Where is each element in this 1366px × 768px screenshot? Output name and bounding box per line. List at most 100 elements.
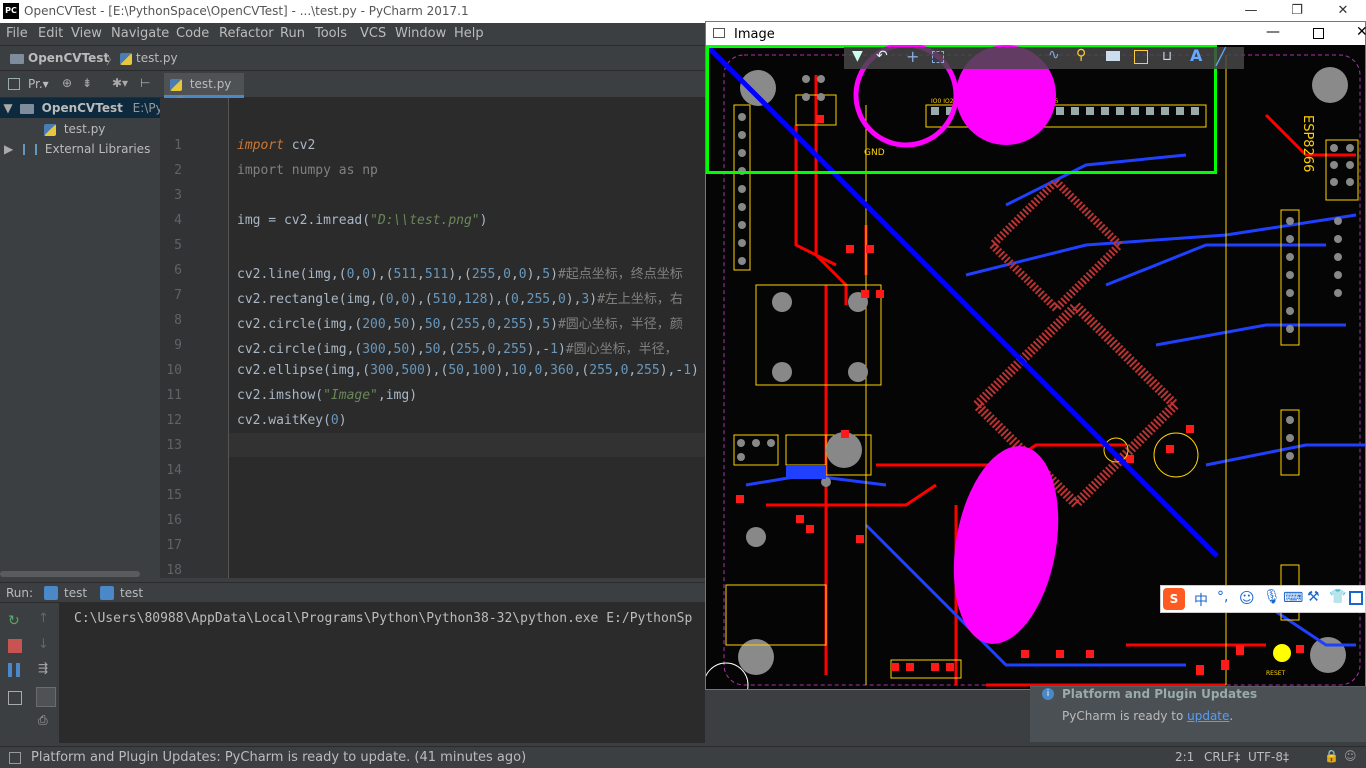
tree-file-item[interactable]: test.py — [44, 119, 105, 139]
soft-wrap-icon[interactable]: ⇶ — [38, 661, 52, 675]
undo-icon[interactable]: ↶ — [876, 48, 888, 64]
menu-tools[interactable]: Tools — [315, 26, 347, 41]
python-file-icon — [170, 78, 182, 91]
line-separator[interactable]: CRLF‡ — [1204, 750, 1240, 764]
chart-icon[interactable] — [1134, 50, 1148, 64]
breadcrumb-file[interactable]: test.py — [136, 51, 178, 65]
lock-icon[interactable]: 🔒 — [1324, 749, 1339, 763]
chevron-down-icon[interactable]: ▼ — [0, 98, 16, 118]
code-token: ),( — [370, 267, 394, 282]
ime-language[interactable]: 中 — [1194, 590, 1208, 610]
code-token: , — [550, 292, 558, 307]
pin-icon[interactable]: ⚲ — [1076, 47, 1086, 63]
toolbox-icon[interactable]: ⚒ — [1307, 589, 1320, 605]
minimize-button[interactable]: — — [1228, 0, 1274, 23]
code-token: "D:\\test.png" — [370, 213, 480, 228]
layers-icon[interactable] — [1106, 51, 1120, 61]
arrow-down-icon[interactable]: ↓ — [38, 637, 52, 652]
tool-window-toggle-icon[interactable] — [9, 752, 21, 764]
line-tool-icon[interactable]: ╱ — [1216, 47, 1226, 66]
project-view-selector[interactable]: Pr.▾ — [28, 77, 49, 91]
code-line: cv2.circle(img,(200,50),50,(255,0,255),5… — [237, 313, 683, 332]
menu-file[interactable]: File — [6, 26, 28, 41]
sogou-logo-icon[interactable]: S — [1163, 588, 1185, 610]
code-token: cv2 — [283, 138, 316, 153]
image-maximize-button[interactable] — [1313, 28, 1324, 39]
code-token: #起点坐标，终点坐标 — [557, 267, 683, 282]
measure-icon[interactable]: ⊔ — [1162, 49, 1172, 64]
punctuation-icon[interactable]: °, — [1217, 589, 1228, 605]
code-line: cv2.ellipse(img,(300,500),(50,100),10,0,… — [237, 363, 699, 378]
collapse-all-icon[interactable]: ⇟ — [82, 76, 92, 90]
menu-window[interactable]: Window — [395, 26, 446, 41]
chevron-right-icon[interactable]: ▶ — [4, 142, 13, 156]
arrow-up-icon[interactable]: ↑ — [38, 611, 52, 626]
crosshair-icon[interactable]: + — [906, 47, 919, 66]
menu-edit[interactable]: Edit — [38, 26, 63, 41]
menu-navigate[interactable]: Navigate — [111, 26, 169, 41]
mount-hole — [1312, 67, 1348, 103]
keyboard-icon[interactable]: ⌨ — [1283, 590, 1303, 606]
run-tab-2[interactable]: test — [120, 586, 143, 600]
code-token: 360 — [550, 363, 574, 378]
grid-icon[interactable] — [1349, 591, 1363, 605]
wave-icon[interactable]: ∿ — [1048, 47, 1060, 63]
code-token: #圆心坐标，半径， — [565, 342, 678, 357]
image-close-button[interactable]: ✕ — [1356, 24, 1366, 40]
close-button[interactable]: ✕ — [1320, 0, 1366, 23]
python-file-icon — [120, 53, 132, 65]
rerun-icon[interactable]: ↻ — [8, 613, 22, 629]
select-icon[interactable] — [932, 51, 944, 63]
code-token: 511 — [424, 267, 449, 282]
scroll-from-source-icon[interactable]: ⊕ — [62, 76, 72, 90]
skin-icon[interactable]: 👕 — [1329, 589, 1346, 605]
microphone-icon[interactable]: 🎙 — [1263, 589, 1281, 605]
tree-root[interactable]: ▼ OpenCVTest E:\Pyt — [0, 98, 167, 118]
code-line: cv2.waitKey(0) — [237, 413, 347, 428]
hide-panel-icon[interactable]: ⊢ — [140, 76, 150, 90]
library-icon — [23, 144, 38, 155]
update-notification[interactable]: i Platform and Plugin Updates PyCharm is… — [1030, 686, 1366, 742]
run-console[interactable]: C:\Users\80988\AppData\Local\Programs\Py… — [60, 603, 705, 743]
filter-icon[interactable]: ▼ — [852, 48, 863, 64]
breadcrumb-project[interactable]: OpenCVTest — [28, 51, 109, 65]
inspector-icon[interactable]: ☺ — [1344, 749, 1357, 763]
tab-test-py[interactable]: test.py ✕ — [164, 73, 244, 105]
pause-icon[interactable] — [8, 663, 20, 677]
line-number: 17 — [166, 538, 182, 553]
update-link[interactable]: update — [1187, 709, 1229, 723]
code-token: img = cv2.imread( — [237, 213, 371, 228]
code-token: #左上坐标，右 — [597, 292, 683, 307]
image-minimize-button[interactable]: — — [1266, 24, 1280, 40]
menu-refactor[interactable]: Refactor — [219, 26, 274, 41]
code-token: 255 — [456, 342, 480, 357]
notification-body-end: . — [1229, 709, 1234, 723]
project-view-icon[interactable] — [8, 78, 20, 90]
code-token: cv2.line(img,( — [237, 267, 347, 282]
file-encoding[interactable]: UTF-8‡ — [1248, 750, 1289, 764]
code-editor[interactable]: 1 2 3 4 5 6 7 8 9 10 11 12 13 14 15 16 17 18 import cv2 im… — [160, 98, 705, 578]
horizontal-scrollbar[interactable] — [0, 571, 140, 577]
emoji-icon[interactable]: ☺ — [1239, 589, 1255, 607]
maximize-button[interactable]: ❐ — [1274, 0, 1320, 23]
menu-vcs[interactable]: VCS — [360, 26, 386, 41]
text-icon[interactable]: A — [1190, 46, 1202, 65]
menu-run[interactable]: Run — [280, 26, 305, 41]
scroll-to-end-icon[interactable] — [36, 687, 56, 707]
gear-icon[interactable]: ✱▾ — [112, 76, 128, 90]
status-message[interactable]: Platform and Plugin Updates: PyCharm is … — [31, 750, 526, 765]
code-token: ) — [338, 413, 347, 428]
run-panel-header: Run: test test — [0, 582, 705, 603]
menu-help[interactable]: Help — [454, 26, 484, 41]
layout-icon[interactable] — [8, 691, 22, 705]
crystal-outline — [1153, 432, 1199, 478]
mount-hole — [740, 70, 776, 106]
print-icon[interactable]: ⎙ — [38, 713, 52, 727]
caret-position[interactable]: 2:1 — [1175, 750, 1194, 764]
menu-view[interactable]: View — [71, 26, 102, 41]
menu-code[interactable]: Code — [176, 26, 209, 41]
tree-libs-label: External Libraries — [44, 142, 151, 156]
stop-icon[interactable] — [8, 639, 22, 653]
run-tab-1[interactable]: test — [64, 586, 87, 600]
tree-external-libraries[interactable]: ▶ External Libraries — [4, 139, 150, 159]
